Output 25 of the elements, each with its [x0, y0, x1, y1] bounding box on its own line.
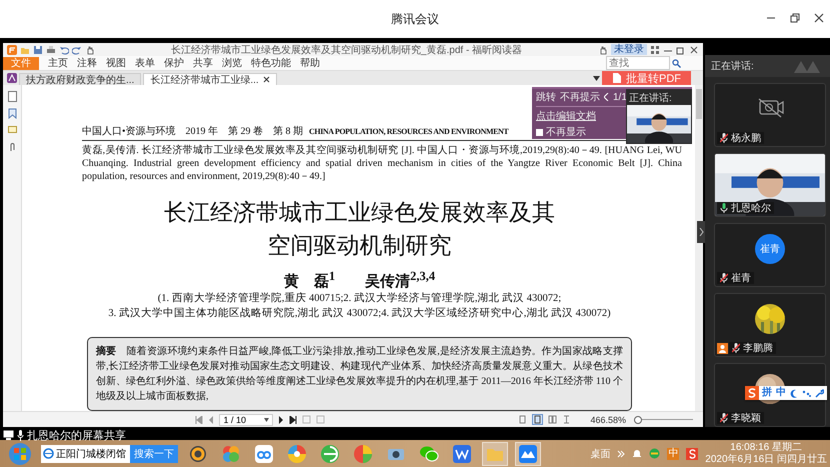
window-title: 腾讯会议 [391, 10, 439, 28]
abstract-text: 摘要 随着资源环境约束条件日益严峻,降低工业污染排放,推动工业绿色发展,是经济发展主流趋势。作为国家战略支撑带,长江经济带工业绿色发展对推动国家生态文明建设、构建现代产业体系、加快经济高质量发展意义重大。从绿色技术创新、绿色红利外溢、绿色政策供给等维度阐述工业绿色发展效率提升的内在机理,基于 2011—2016 年长江经济带 110 个地级及以上城市面板数据, [96, 344, 623, 404]
speaker-label: 正在讲话: [628, 92, 673, 105]
article-title: 空间驱动机制研究 [268, 232, 452, 261]
participant-name: 李鹏腾 [743, 342, 773, 355]
clock-time: 16:08:16 星期二 [729, 442, 803, 454]
affiliation-text: 3. 武汉大学中国主体功能区战略研究院,湖北 武汉 430072;4. 武汉大学区域经济研究中心,湖北 武汉 430072) [108, 306, 611, 321]
page-counter: 1/1 [613, 92, 627, 102]
citation-text: 黄磊,吴传清. 长江经济带城市工业绿色发展效率及其空间驱动机制研究 [J]. 中国人口・资源与环境,2019,29(8):40－49. [HUANG Lei, WU Chuanqing. Industrial green development efficiency and spatial driven mechanism in cities of the Yangtze River Economic Belt [J]. China population, resources and environment, 2019,29(8):40－49.] [82, 144, 682, 183]
participant-name: 李晓颖 [731, 412, 761, 425]
avatar: 崔青 [755, 234, 785, 264]
participant-name: 崔青 [731, 272, 751, 285]
document-title: 长江经济带城市工业绿色发展效率及其空间驱动机制研究_黄磊.pdf - 福昕阅读器 [170, 44, 524, 56]
screen-share-label: 扎恩哈尔的屏幕共享 [27, 428, 126, 442]
participant-name: 扎恩哈尔 [731, 202, 771, 215]
speaking-label: 正在讲话: [711, 60, 754, 73]
zoom-level: 466.58% [590, 414, 626, 424]
clock-date: 2020年6月16日 闰四月廿五 [705, 454, 827, 466]
journal-header: 中国人口•资源与环境 2019 年 第 29 卷 第 8 期 [82, 124, 304, 138]
journal-header: CHINA POPULATION, RESOURCES AND ENVIRONMENT [309, 127, 508, 136]
affiliation-text: (1. 西南大学经济管理学院,重庆 400715;2. 武汉大学经济与管理学院,湖北 武汉 430072; [158, 291, 562, 306]
author-names: 黄 磊$^{1}$ 吴传清$^{2,3,4}$ [284, 269, 436, 291]
participant-name: 杨永鹏 [731, 132, 761, 145]
checkbox-label: 不再显示 [546, 126, 586, 139]
article-title: 长江经济带城市工业绿色发展效率及其 [164, 199, 555, 228]
